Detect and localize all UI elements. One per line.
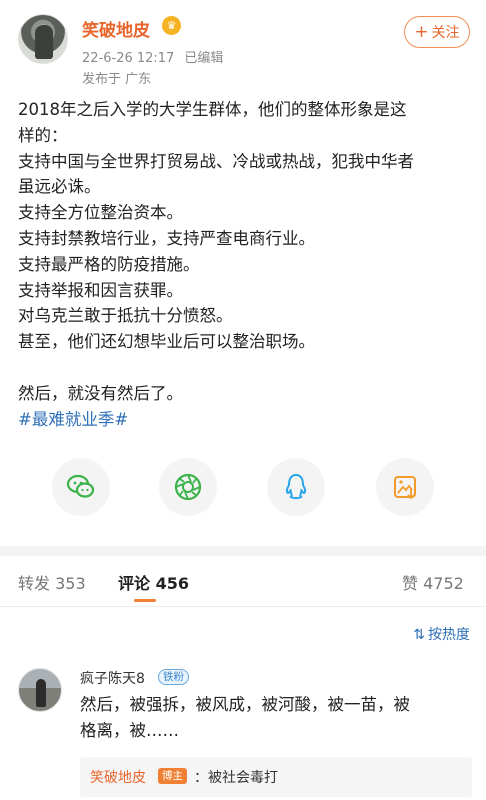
plus-icon: +: [414, 22, 429, 42]
sort-label: 按热度: [428, 627, 470, 643]
edited-label: 已编辑: [184, 51, 224, 66]
post-body: 2018年之后入学的大学生群体，他们的整体形象是这 样的： 支持中国与全世界打贸…: [18, 97, 473, 432]
save-image-button[interactable]: [376, 458, 434, 516]
post-line: 支持举报和因言获罪。: [18, 280, 183, 300]
tab-likes-count: 4752: [423, 574, 464, 593]
tab-reposts-count: 353: [55, 574, 86, 593]
hashtag-link[interactable]: #最难就业季#: [18, 407, 473, 433]
op-badge: 博主: [158, 768, 187, 784]
tab-reposts-label: 转发: [18, 574, 51, 593]
post-line: 对乌克兰敢于抵抗十分愤怒。: [18, 306, 233, 326]
author-name[interactable]: 笑破地皮: [82, 16, 150, 41]
post-line: 支持最严格的防疫措施。: [18, 254, 200, 274]
section-divider: [0, 546, 486, 556]
fan-badge: 铁粉: [158, 669, 189, 685]
post-meta: 22-6-26 12:17 已编辑: [82, 47, 223, 66]
follow-label: 关注: [431, 25, 460, 41]
share-wechat-button[interactable]: [52, 458, 110, 516]
commenter-name[interactable]: 疯子陈天8: [80, 668, 145, 688]
tab-likes[interactable]: 赞 4752: [402, 570, 464, 594]
comment-line: 然后，被强拆，被风成，被河酸，被一苗，被: [80, 695, 410, 714]
tab-comments-count: 456: [155, 574, 189, 593]
sort-by-hot-button[interactable]: ⇅ 按热度: [413, 624, 470, 644]
post-line: 虽远必诛。: [18, 177, 101, 197]
post-location: 发布于 广东: [82, 72, 152, 87]
tab-likes-label: 赞: [402, 574, 419, 593]
author-avatar[interactable]: [18, 14, 68, 64]
post-line: 样的：: [18, 125, 68, 145]
post-line: 2018年之后入学的大学生群体，他们的整体形象是这: [18, 100, 407, 119]
active-tab-indicator: [134, 599, 156, 602]
comment-text: 然后，被强拆，被风成，被河酸，被一苗，被 格离，被……: [80, 692, 472, 744]
moments-icon: [174, 473, 202, 501]
tab-border: [0, 606, 486, 607]
save-image-icon: [394, 476, 416, 500]
qq-icon: [285, 473, 307, 500]
post-line: 支持封禁教培行业，支持严查电商行业。: [18, 228, 315, 248]
share-qq-button[interactable]: [267, 458, 325, 516]
wechat-icon: [66, 474, 95, 498]
reply-preview[interactable]: 笑破地皮 博主 ：被社会毒打: [80, 757, 472, 797]
reply-author[interactable]: 笑破地皮: [90, 767, 146, 787]
share-moments-button[interactable]: [159, 458, 217, 516]
post-line: 然后，就没有然后了。: [18, 383, 183, 403]
follow-button[interactable]: + 关注: [404, 16, 470, 48]
reply-text: ：被社会毒打: [194, 770, 278, 786]
tab-reposts[interactable]: 转发 353: [18, 570, 86, 594]
post-line: 支持全方位整治资本。: [18, 203, 183, 223]
comment-line: 格离，被……: [80, 721, 179, 740]
vip-crown-icon: ♛: [162, 16, 181, 35]
tab-comments[interactable]: 评论 456: [118, 570, 189, 594]
post-date: 22-6-26 12:17: [82, 51, 175, 66]
sort-icon: ⇅: [413, 627, 425, 643]
commenter-avatar[interactable]: [18, 668, 62, 712]
post-line: 甚至，他们还幻想毕业后可以整治职场。: [18, 332, 315, 352]
post-line: 支持中国与全世界打贸易战、冷战或热战，犯我中华者: [18, 151, 414, 171]
tab-comments-label: 评论: [118, 574, 151, 593]
